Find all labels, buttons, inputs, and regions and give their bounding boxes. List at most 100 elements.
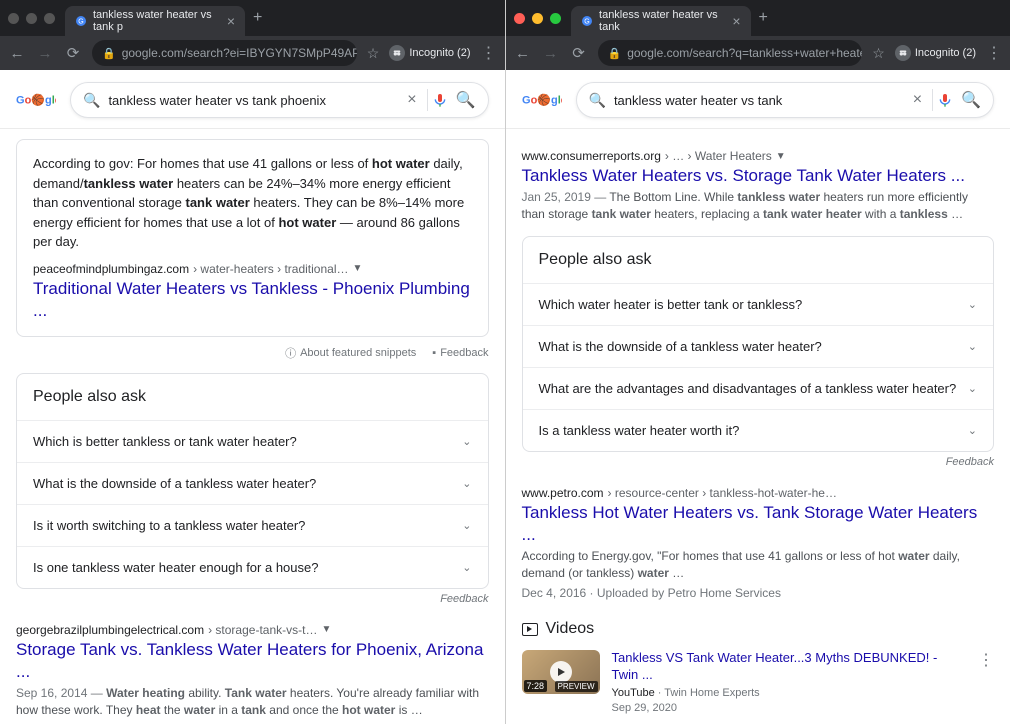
result-cite: www.petro.com › resource-center › tankle… [522, 486, 995, 500]
google-favicon-icon: G [581, 14, 594, 28]
minimize-window-icon[interactable] [26, 13, 37, 24]
google-logo[interactable]: Go🏀gle [522, 89, 562, 111]
cite-path: › water-heaters › traditional… [193, 262, 348, 276]
new-tab-button[interactable]: + [253, 9, 262, 27]
search-button[interactable]: 🔍 [456, 90, 476, 110]
paa-question[interactable]: Is a tankless water heater worth it?⌄ [523, 409, 994, 451]
search-box[interactable]: 🔍 × 🔍 [576, 82, 995, 118]
browser-tab[interactable]: G tankless water heater vs tank × [571, 6, 751, 36]
search-box[interactable]: 🔍 × 🔍 [70, 82, 489, 118]
search-input[interactable] [108, 93, 401, 108]
paa-question[interactable]: Is it worth switching to a tankless wate… [17, 504, 488, 546]
feedback-link[interactable]: Feedback [522, 456, 995, 468]
tab-bar: G tankless water heater vs tank p × + [0, 0, 505, 36]
result-snippet: Jan 25, 2019 — The Bottom Line. While ta… [522, 189, 995, 224]
clear-search-icon[interactable]: × [401, 91, 422, 109]
result-title[interactable]: Storage Tank vs. Tankless Water Heaters … [16, 639, 489, 683]
forward-button: → [542, 45, 560, 62]
result-title[interactable]: Tankless Water Heaters vs. Storage Tank … [522, 165, 995, 187]
svg-text:G: G [78, 19, 83, 26]
play-icon [550, 661, 572, 683]
cite-domain: www.consumerreports.org [522, 149, 661, 163]
feedback-link[interactable]: ▪ Feedback [432, 347, 488, 359]
result-snippet: Sep 16, 2014 — Water heating ability. Ta… [16, 685, 489, 720]
video-info: Tankless VS Tank Water Heater...3 Myths … [612, 650, 967, 714]
browser-tab[interactable]: G tankless water heater vs tank p × [65, 6, 245, 36]
close-window-icon[interactable] [514, 13, 525, 24]
videos-label: Videos [546, 620, 595, 638]
close-tab-icon[interactable]: × [732, 13, 740, 29]
search-result: georgebrazilplumbingelectrical.com › sto… [16, 623, 489, 720]
video-section-icon [522, 623, 538, 636]
google-search-header: Go🏀gle 🔍 × 🔍 [0, 70, 505, 129]
paa-text: Is one tankless water heater enough for … [33, 560, 318, 575]
close-tab-icon[interactable]: × [227, 13, 235, 29]
bookmark-icon[interactable]: ☆ [872, 45, 885, 62]
preview-badge: PREVIEW [555, 681, 598, 692]
feedback-link[interactable]: Feedback [16, 593, 489, 605]
about-featured-link[interactable]: ⓘ About featured snippets [285, 345, 416, 361]
url-field[interactable]: 🔒 google.com/search?ei=IBYGYN7SMpP49APlg… [92, 40, 357, 66]
reload-button[interactable]: ⟳ [570, 44, 588, 62]
browser-menu-icon[interactable]: ⋮ [481, 43, 497, 63]
incognito-badge[interactable]: Incognito (2) [895, 45, 976, 61]
search-result: www.consumerreports.org › … › Water Heat… [522, 149, 995, 224]
video-title[interactable]: Tankless VS Tank Water Heater...3 Myths … [612, 650, 967, 684]
tab-title: tankless water heater vs tank [599, 9, 726, 33]
chevron-down-icon: ⌄ [462, 561, 471, 574]
result-title[interactable]: Tankless Hot Water Heaters vs. Tank Stor… [522, 502, 995, 546]
search-input[interactable] [614, 93, 907, 108]
mic-icon[interactable] [432, 92, 448, 108]
minimize-window-icon[interactable] [532, 13, 543, 24]
maximize-window-icon[interactable] [44, 13, 55, 24]
search-results: According to gov: For homes that use 41 … [0, 129, 505, 724]
mic-icon[interactable] [937, 92, 953, 108]
clear-search-icon[interactable]: × [907, 91, 928, 109]
video-thumbnail[interactable]: 7:28PREVIEW [522, 650, 600, 694]
url-field[interactable]: 🔒 google.com/search?q=tankless+water+hea… [598, 40, 863, 66]
chevron-down-icon: ⌄ [462, 435, 471, 448]
paa-text: Is a tankless water heater worth it? [539, 423, 740, 438]
paa-question[interactable]: Which is better tankless or tank water h… [17, 420, 488, 462]
cite-domain: peaceofmindplumbingaz.com [33, 262, 189, 276]
chevron-down-icon: ⌄ [462, 519, 471, 532]
video-result: 7:28PREVIEW Tankless VS Tank Water Heater… [522, 650, 995, 714]
incognito-label: Incognito (2) [409, 47, 470, 59]
reload-button[interactable]: ⟳ [64, 44, 82, 62]
incognito-badge[interactable]: Incognito (2) [389, 45, 470, 61]
cite-chevron-icon[interactable]: ▼ [352, 263, 362, 274]
search-icon: 🔍 [589, 92, 606, 109]
close-window-icon[interactable] [8, 13, 19, 24]
paa-question[interactable]: What is the downside of a tankless water… [523, 325, 994, 367]
forward-button: → [36, 45, 54, 62]
result-cite: peaceofmindplumbingaz.com › water-heater… [33, 262, 472, 276]
paa-question[interactable]: What is the downside of a tankless water… [17, 462, 488, 504]
paa-text: Is it worth switching to a tankless wate… [33, 518, 305, 533]
result-snippet: According to Energy.gov, "For homes that… [522, 548, 995, 583]
featured-title[interactable]: Traditional Water Heaters vs Tankless - … [33, 278, 472, 322]
address-bar: ← → ⟳ 🔒 google.com/search?ei=IBYGYN7SMpP… [0, 36, 505, 70]
paa-question[interactable]: Is one tankless water heater enough for … [17, 546, 488, 588]
divider [427, 89, 428, 111]
paa-question[interactable]: Which water heater is better tank or tan… [523, 283, 994, 325]
incognito-icon [895, 45, 911, 61]
cite-chevron-icon[interactable]: ▼ [321, 624, 331, 635]
paa-question[interactable]: What are the advantages and disadvantage… [523, 367, 994, 409]
cite-chevron-icon[interactable]: ▼ [776, 151, 786, 162]
browser-menu-icon[interactable]: ⋮ [986, 43, 1002, 63]
back-button[interactable]: ← [514, 45, 532, 62]
paa-text: What is the downside of a tankless water… [539, 339, 822, 354]
paa-text: Which is better tankless or tank water h… [33, 434, 297, 449]
new-tab-button[interactable]: + [759, 9, 768, 27]
back-button[interactable]: ← [8, 45, 26, 62]
bookmark-icon[interactable]: ☆ [367, 45, 380, 62]
featured-meta: ⓘ About featured snippets ▪ Feedback [16, 345, 489, 361]
people-also-ask: People also ask Which is better tankless… [16, 373, 489, 589]
maximize-window-icon[interactable] [550, 13, 561, 24]
cite-path: › … › Water Heaters [665, 149, 772, 163]
video-menu-icon[interactable]: ⋮ [978, 650, 994, 670]
google-logo[interactable]: Go🏀gle [16, 89, 56, 111]
url-text: google.com/search?ei=IBYGYN7SMpP49APlgg3… [122, 46, 357, 60]
chevron-down-icon: ⌄ [968, 298, 977, 311]
search-button[interactable]: 🔍 [961, 90, 981, 110]
